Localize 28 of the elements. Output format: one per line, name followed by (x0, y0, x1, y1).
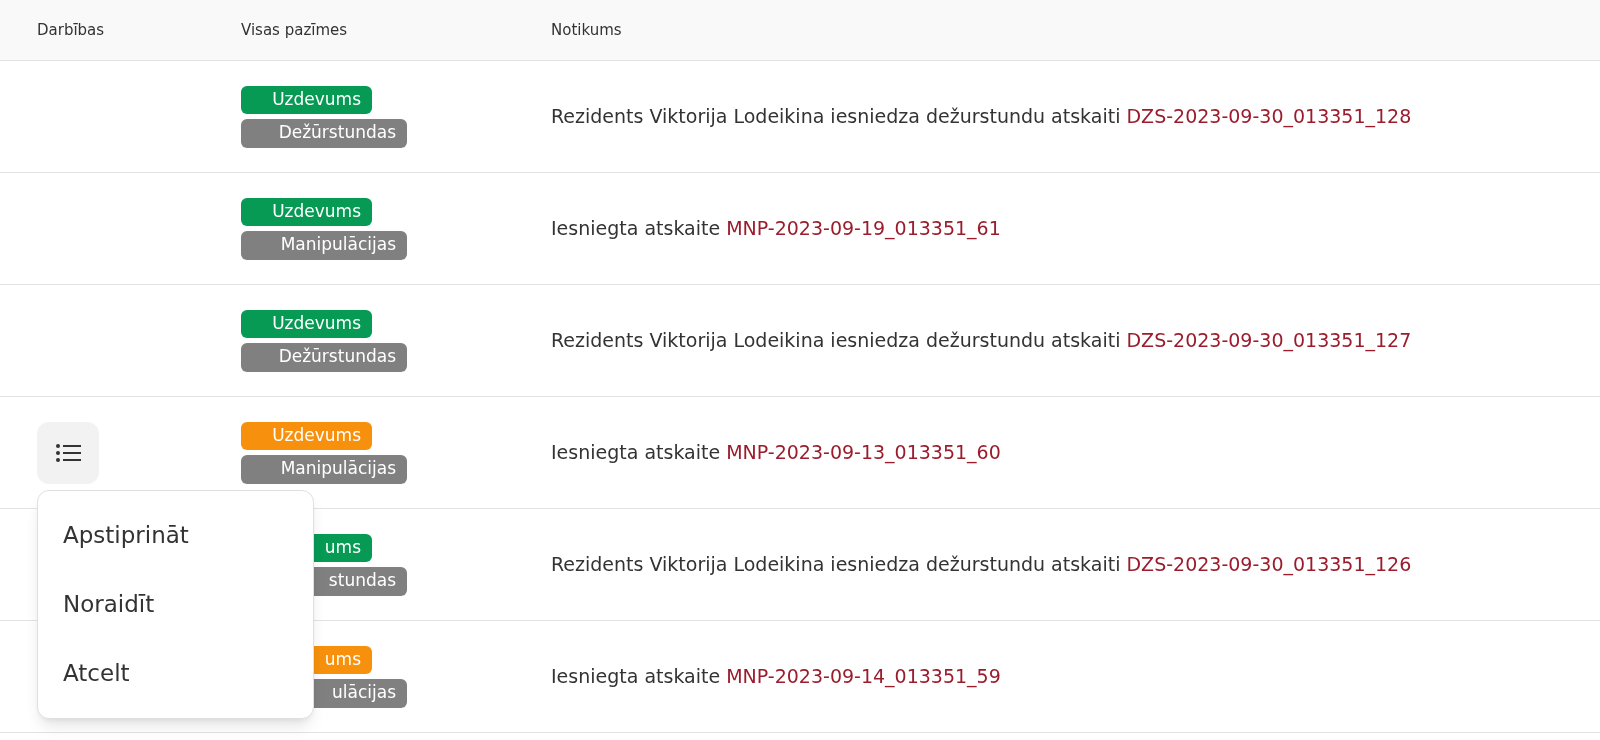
category-tag: Manipulācijas (241, 230, 407, 260)
report-link[interactable]: DZS-2023-09-30_013351_127 (1126, 329, 1412, 352)
report-link[interactable]: DZS-2023-09-30_013351_128 (1126, 105, 1412, 128)
status-tag: Uzdevums (241, 309, 372, 338)
event-text: Iesniegta atskaite (551, 217, 721, 240)
report-link[interactable]: DZS-2023-09-30_013351_126 (1126, 553, 1412, 576)
status-tag: Uzdevums (241, 421, 372, 450)
report-link[interactable]: MNP-2023-09-19_013351_61 (726, 217, 1001, 240)
menu-item[interactable]: Noraidīt (63, 587, 155, 622)
status-tag: Uzdevums (241, 197, 372, 226)
menu-item[interactable]: Apstiprināt (63, 518, 189, 553)
event-text: Rezidents Viktorija Lodeikina iesniedza dežurstundu atskaiti (551, 329, 1121, 352)
menu-item[interactable]: Atcelt (63, 656, 130, 691)
column-header: Darbības (37, 20, 105, 39)
status-tag: Uzdevums (241, 85, 372, 114)
category-tag: Dežūrstundas (241, 118, 407, 148)
event-text: Rezidents Viktorija Lodeikina iesniedza dežurstundu atskaiti (551, 553, 1121, 576)
category-tag: Manipulācijas (241, 454, 407, 484)
category-tag: Dežūrstundas (241, 342, 407, 372)
event-text: Iesniegta atskaite (551, 665, 721, 688)
report-link[interactable]: MNP-2023-09-14_013351_59 (726, 665, 1001, 688)
list-icon (55, 442, 81, 463)
column-header: Visas pazīmes (241, 20, 348, 39)
actions-button[interactable] (37, 421, 99, 484)
column-header: Notikums (551, 20, 622, 39)
report-link[interactable]: MNP-2023-09-13_013351_60 (726, 441, 1001, 464)
event-text: Iesniegta atskaite (551, 441, 721, 464)
event-text: Rezidents Viktorija Lodeikina iesniedza dežurstundu atskaiti (551, 105, 1121, 128)
